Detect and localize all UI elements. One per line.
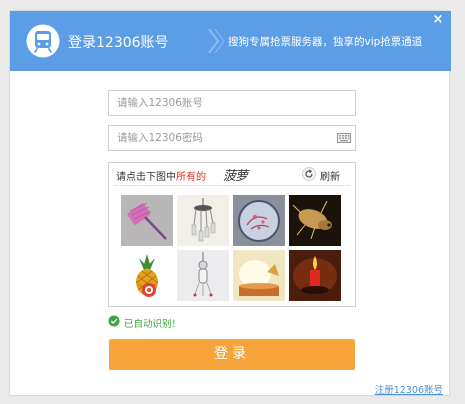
captcha-tile-candle-glow[interactable] <box>233 250 285 301</box>
captcha-tile-insect[interactable] <box>289 195 341 246</box>
auto-recognized-text: 已自动识别！ <box>124 319 182 330</box>
captcha-tile-candle[interactable] <box>289 250 341 301</box>
captcha-panel: 请点击下图中所有的 菠萝 刷新 <box>108 162 356 307</box>
password-input[interactable]: 请输入12306密码 <box>108 125 356 151</box>
captcha-tile-ornament[interactable] <box>177 250 229 301</box>
register-link[interactable]: 注册12306账号 <box>375 382 443 396</box>
refresh-icon <box>302 167 316 181</box>
login-dialog: 登录12306账号 搜狗专属抢票服务器，独享的vip抢票通道 × 请输入1230… <box>9 10 451 396</box>
dialog-header: 登录12306账号 搜狗专属抢票服务器，独享的vip抢票通道 × <box>10 11 451 71</box>
header-slogan: 搜狗专属抢票服务器，独享的vip抢票通道 <box>228 36 423 48</box>
captcha-target-word: 菠萝 <box>223 169 248 184</box>
captcha-tile-pineapple[interactable] <box>121 250 173 301</box>
username-input[interactable]: 请输入12306账号 <box>108 90 356 116</box>
login-button[interactable]: 登录 <box>109 339 355 370</box>
dialog-title: 登录12306账号 <box>68 35 169 51</box>
captcha-prompt-highlight: 所有的 <box>176 172 206 183</box>
captcha-tile-wind-chime[interactable] <box>177 195 229 246</box>
captcha-tile-fly-swatter[interactable] <box>121 195 173 246</box>
captcha-prompt: 请点击下图中所有的 <box>116 172 206 183</box>
refresh-button[interactable]: 刷新 <box>302 167 356 183</box>
keyboard-icon[interactable] <box>337 133 351 143</box>
captcha-tile-embroidery[interactable] <box>233 195 285 246</box>
captcha-divider <box>114 185 350 186</box>
password-placeholder: 请输入12306密码 <box>117 132 203 144</box>
check-circle-icon <box>108 315 120 327</box>
chevron-right-icon <box>208 29 225 53</box>
close-icon[interactable]: × <box>431 13 445 27</box>
captcha-header: 请点击下图中所有的 菠萝 刷新 <box>109 163 355 185</box>
refresh-label: 刷新 <box>320 172 340 183</box>
train-icon <box>26 24 60 58</box>
